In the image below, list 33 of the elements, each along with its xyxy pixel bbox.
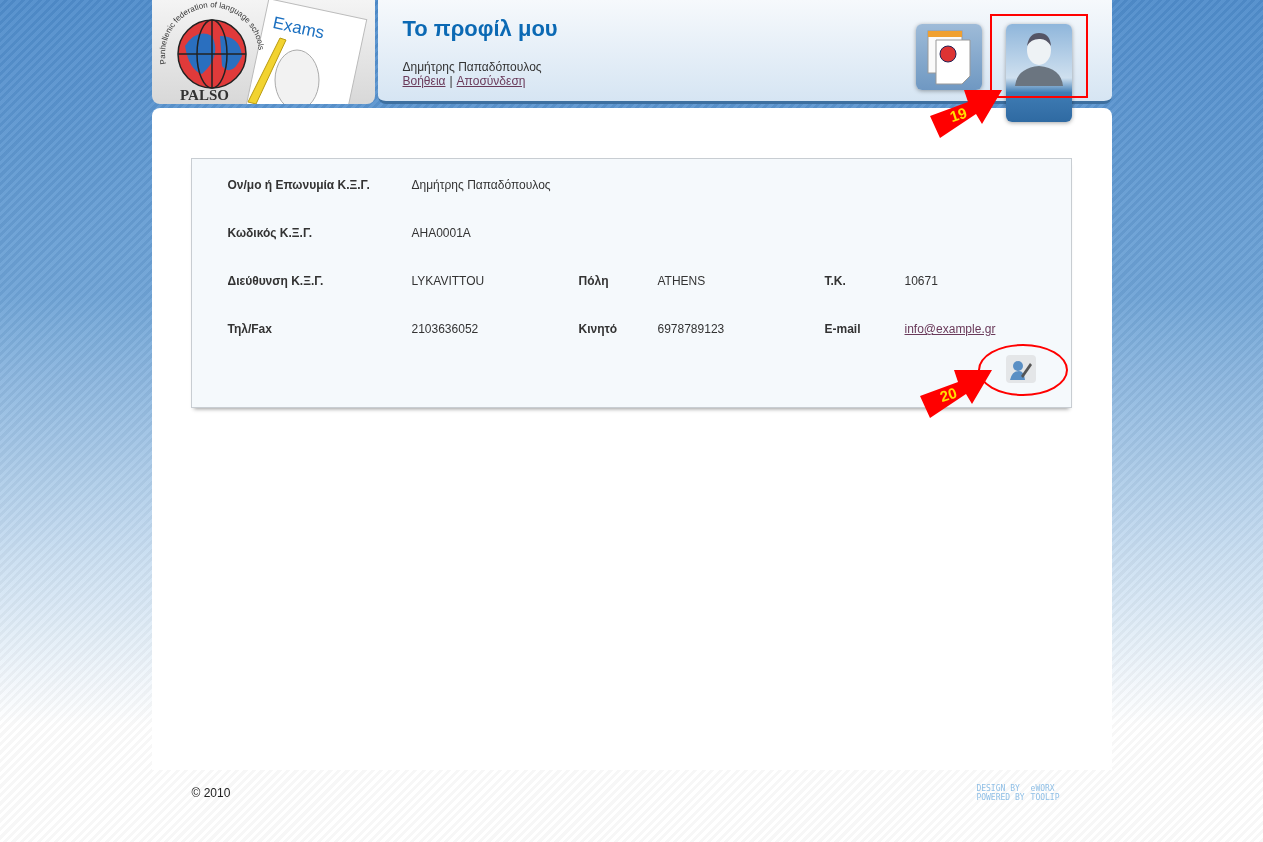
field-label: Τηλ/Fax <box>227 322 273 337</box>
email-link[interactable]: info@example.gr <box>904 322 996 336</box>
nav-button[interactable] <box>915 24 982 90</box>
field-value: 10671 <box>904 274 938 288</box>
callout-number: 20 <box>937 383 959 406</box>
page-title: Το προφίλ μου <box>402 16 558 42</box>
edit-profile-button[interactable] <box>1005 355 1036 383</box>
field-label: E-mail <box>824 322 862 337</box>
copyright: © 2010 <box>191 786 231 800</box>
credit-text: eWORX <box>1030 784 1056 793</box>
field-label: Ον/μο ή Επωνυμία Κ.Ξ.Γ. <box>227 178 371 193</box>
field-value: 6978789123 <box>657 322 725 336</box>
field-label: Διεύθυνση Κ.Ξ.Γ. <box>227 274 325 289</box>
credit-text: TOOLIP <box>1030 793 1060 802</box>
user-name: Δημήτρης Παπαδόπουλος <box>402 60 543 74</box>
field-value: LYKAVITTOU <box>411 274 485 288</box>
credit-text: DESIGN BY <box>976 784 1021 793</box>
link-separator: | <box>449 74 453 88</box>
field-label: Κωδικός Κ.Ξ.Γ. <box>227 226 314 241</box>
person-icon <box>1012 30 1065 86</box>
field-value: ATHENS <box>657 274 706 288</box>
field-label: Κινητό <box>578 322 619 337</box>
field-value: Δημήτρης Παπαδόπουλος <box>411 178 551 192</box>
field-label: Τ.Κ. <box>824 274 847 289</box>
credit-text: POWERED BY <box>976 793 1025 802</box>
logout-link[interactable]: Αποσύνδεση <box>456 74 526 88</box>
nav-button[interactable] <box>1005 24 1072 122</box>
help-link[interactable]: Βοήθεια <box>402 74 446 88</box>
field-value: ΑΗΑ0001Α <box>411 226 471 240</box>
callout-number: 19 <box>947 103 969 126</box>
field-value: 2103636052 <box>411 322 479 336</box>
field-label: Πόλη <box>578 274 610 289</box>
edit-user-icon <box>1009 358 1032 380</box>
